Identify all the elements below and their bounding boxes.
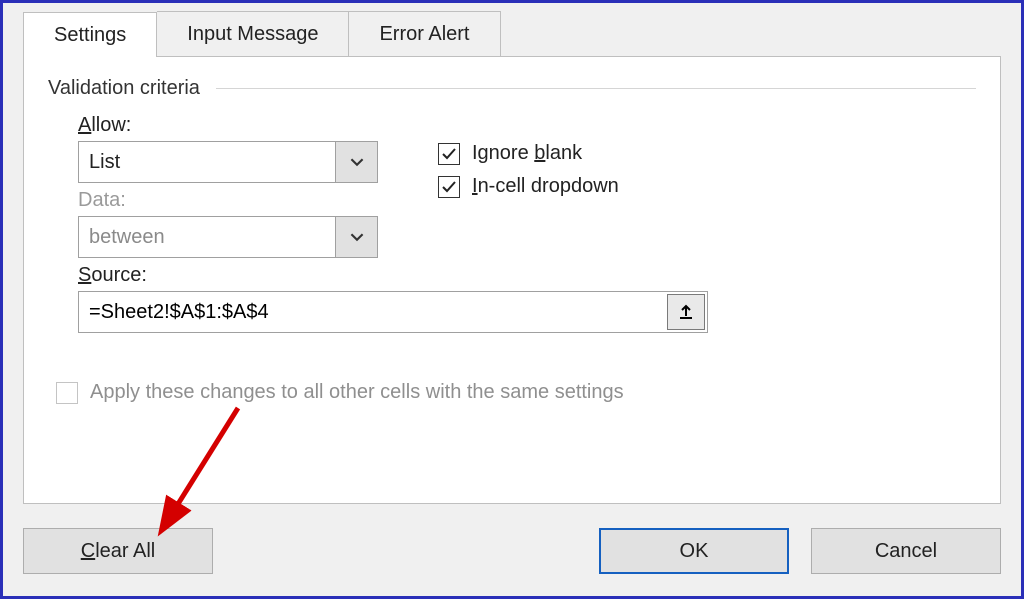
apply-changes-label: Apply these changes to all other cells w… [90,381,624,404]
data-dropdown-button [335,217,377,257]
group-title: Validation criteria [48,77,210,100]
allow-combo[interactable]: List [78,141,378,183]
settings-page: Validation criteria Allow: List [23,56,1001,504]
tab-strip: Settings Input Message Error Alert [23,11,1001,56]
cancel-button[interactable]: Cancel [811,528,1001,574]
chevron-down-icon [350,230,364,244]
range-picker-button[interactable] [667,294,705,330]
allow-value: List [79,142,335,182]
data-value: between [79,217,335,257]
checkmark-icon [441,179,457,195]
incell-dropdown-label: In-cell dropdown [472,175,619,198]
allow-label: Allow: [78,114,398,137]
ignore-blank-checkbox[interactable]: Ignore blank [438,142,619,165]
source-input-wrap [78,291,708,333]
data-combo: between [78,216,378,258]
validation-criteria-group: Validation criteria [48,77,976,100]
clear-all-button[interactable]: Clear All [23,528,213,574]
ok-button[interactable]: OK [599,528,789,574]
tab-error-alert[interactable]: Error Alert [349,11,500,56]
tab-input-message[interactable]: Input Message [157,11,349,56]
allow-dropdown-button[interactable] [335,142,377,182]
ignore-blank-label: Ignore blank [472,142,582,165]
data-validation-dialog: Settings Input Message Error Alert Valid… [0,0,1024,599]
dialog-footer: Clear All OK Cancel [23,526,1001,576]
source-input[interactable] [79,292,665,332]
incell-dropdown-checkbox[interactable]: In-cell dropdown [438,175,619,198]
tab-settings[interactable]: Settings [23,12,157,57]
collapse-dialog-icon [676,302,696,322]
data-label: Data: [78,189,398,212]
checkmark-icon [441,146,457,162]
source-label: Source: [78,264,976,287]
chevron-down-icon [350,155,364,169]
apply-changes-checkbox: Apply these changes to all other cells w… [48,381,976,404]
